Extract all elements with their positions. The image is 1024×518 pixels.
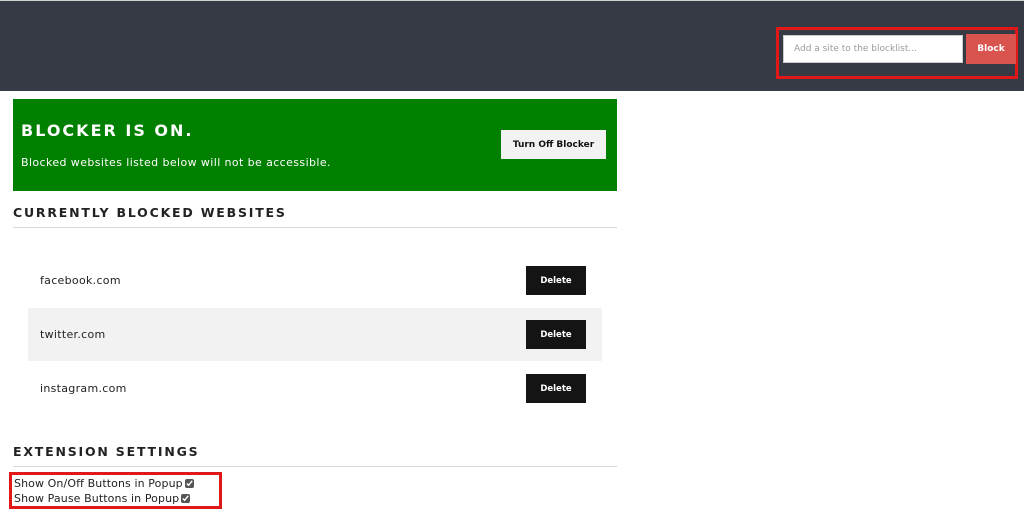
setting-label: Show Pause Buttons in Popup — [14, 492, 180, 505]
show-onoff-buttons-checkbox[interactable] — [184, 479, 194, 488]
extension-settings-heading: EXTENSION SETTINGS — [13, 444, 617, 467]
setting-label: Show On/Off Buttons in Popup — [14, 477, 183, 490]
blocked-websites-heading: CURRENTLY BLOCKED WEBSITES — [13, 205, 617, 228]
block-button[interactable]: Block — [966, 34, 1016, 64]
blocked-site-name: instagram.com — [40, 382, 127, 395]
add-site-form: Block — [776, 27, 1018, 79]
blocker-status-description: Blocked websites listed below will not b… — [21, 156, 331, 169]
blocked-site-row: facebook.com Delete — [28, 254, 602, 307]
add-site-input[interactable] — [783, 35, 963, 63]
setting-show-onoff-buttons[interactable]: Show On/Off Buttons in Popup — [14, 476, 194, 491]
delete-site-button[interactable]: Delete — [526, 374, 586, 403]
blocker-status-title: BLOCKER IS ON. — [21, 121, 194, 140]
extension-settings-options: Show On/Off Buttons in Popup Show Pause … — [9, 472, 222, 509]
blocked-websites-list: facebook.com Delete twitter.com Delete i… — [28, 254, 602, 416]
blocked-site-row: instagram.com Delete — [28, 362, 602, 415]
top-header: Block — [0, 0, 1024, 91]
delete-site-button[interactable]: Delete — [526, 320, 586, 349]
show-pause-buttons-checkbox[interactable] — [181, 494, 191, 503]
blocked-site-name: facebook.com — [40, 274, 121, 287]
setting-show-pause-buttons[interactable]: Show Pause Buttons in Popup — [14, 491, 191, 506]
blocked-site-name: twitter.com — [40, 328, 106, 341]
delete-site-button[interactable]: Delete — [526, 266, 586, 295]
blocked-site-row: twitter.com Delete — [28, 308, 602, 361]
blocker-status-banner: BLOCKER IS ON. Blocked websites listed b… — [13, 99, 617, 191]
turn-off-blocker-button[interactable]: Turn Off Blocker — [501, 130, 606, 159]
